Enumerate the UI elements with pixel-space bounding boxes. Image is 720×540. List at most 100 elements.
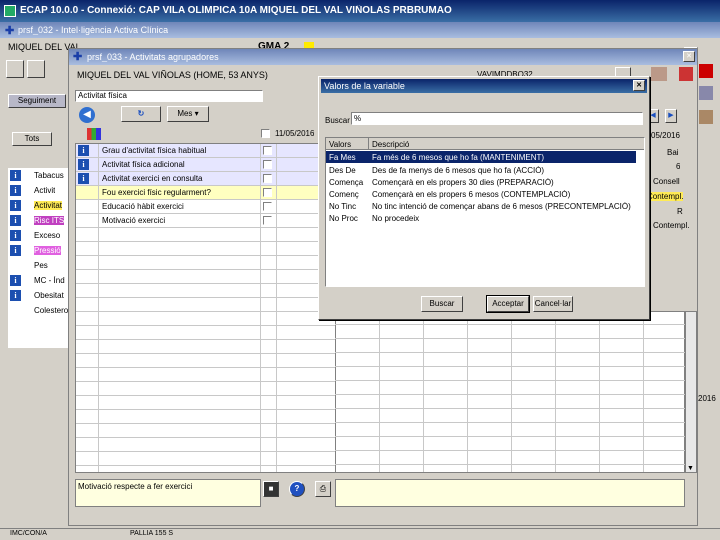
column-divider <box>260 144 261 472</box>
values-list: Valors Descripció Fa Mes Fa més de 6 mes… <box>325 137 645 287</box>
close-button[interactable]: ✕ <box>683 51 695 62</box>
column-divider <box>276 144 277 472</box>
list-item[interactable]: Activitat <box>34 201 63 210</box>
main-window-title: ECAP 10.0.0 - Connexió: CAP VILA OLÍMPIC… <box>20 5 452 16</box>
status-item-2: PALLIA 155 S <box>130 530 174 537</box>
printer-icon[interactable]: ⎙ <box>315 481 331 497</box>
list-item[interactable]: Colesterol <box>34 306 70 315</box>
value-cell: No Tinc <box>329 202 357 211</box>
info-icon[interactable]: i <box>10 200 21 211</box>
list-item[interactable]: Pressió <box>34 246 61 255</box>
row-checkbox[interactable] <box>263 146 272 155</box>
list-item[interactable]: Des De Des de fa menys de 6 mesos que ho… <box>326 164 636 176</box>
list-item[interactable]: Començ Començarà en els propers 6 mesos … <box>326 188 636 200</box>
grouper-window-title: prsf_033 - Activitats agrupadores <box>87 52 219 62</box>
back-icon[interactable]: ◀ <box>79 107 95 123</box>
info-icon[interactable]: i <box>10 170 21 181</box>
row-checkbox[interactable] <box>263 188 272 197</box>
activity-label: Educació hàbit exercici <box>102 202 184 211</box>
status-bar: IMC/CON/A PALLIA 155 S <box>0 528 720 540</box>
list-item[interactable]: Tabacus <box>34 171 64 180</box>
row-checkbox[interactable] <box>263 216 272 225</box>
right-grid-lines <box>335 311 685 473</box>
list-item[interactable]: No Proc No procedeix <box>326 212 636 224</box>
info-icon[interactable]: i <box>78 145 89 156</box>
description-cell: Començarà en els propers 30 dies (PREPAR… <box>372 178 554 187</box>
row-checkbox[interactable] <box>263 160 272 169</box>
search-button[interactable]: Buscar <box>421 296 463 312</box>
activity-label: Activitat física adicional <box>102 160 185 169</box>
info-icon[interactable]: i <box>10 230 21 241</box>
seguiment-button[interactable]: Seguiment <box>8 94 66 108</box>
row-checkbox[interactable] <box>263 174 272 183</box>
accept-button[interactable]: Acceptar <box>486 295 530 313</box>
red-icon[interactable] <box>699 64 713 78</box>
value-cell: No Proc <box>329 214 358 223</box>
footer-description: Motivació respecte a fer exercici <box>75 479 261 507</box>
toolbar-btn-1[interactable] <box>6 60 24 78</box>
toolbar-btn-2[interactable] <box>27 60 45 78</box>
patient-info: MIQUEL DEL VAL VIÑOLAS (HOME, 53 ANYS) <box>77 70 268 80</box>
right-value-4: Contempl. <box>647 192 684 201</box>
list-item[interactable]: Pes <box>34 261 48 270</box>
list-item[interactable]: Risc ITS <box>34 216 65 225</box>
list-item[interactable]: Activit <box>34 186 55 195</box>
vertical-scrollbar[interactable]: ▼ <box>685 311 697 473</box>
select-all-checkbox[interactable] <box>261 129 270 138</box>
values-dialog: Valors de la variable ✕ Buscar Valors De… <box>318 76 650 320</box>
close-icon[interactable]: ✕ <box>633 80 645 91</box>
box-icon[interactable] <box>699 110 713 124</box>
plus-icon: ✚ <box>5 25 15 37</box>
search-input[interactable] <box>351 112 643 125</box>
info-icon[interactable]: i <box>10 245 21 256</box>
app-logo-icon <box>4 5 16 17</box>
people-icon[interactable] <box>651 67 667 81</box>
dialog-title: Valors de la variable <box>324 81 405 91</box>
cancel-button[interactable]: Cancel·lar <box>533 296 573 312</box>
info-icon[interactable]: i <box>10 275 21 286</box>
activity-label: Motivació exercici <box>102 216 166 225</box>
clinical-window-title: prsf_032 - Intel·ligència Activa Clínica <box>18 25 169 35</box>
refresh-button[interactable]: ↻ <box>121 106 161 122</box>
activity-label: Activitat exercici en consulta <box>102 174 203 183</box>
value-cell: Començ <box>329 190 359 199</box>
right-value-5: R <box>677 207 683 216</box>
category-field[interactable]: Activitat física <box>75 90 263 102</box>
list-item[interactable]: No Tinc No tinc intenció de començar aba… <box>326 200 636 212</box>
person-icon[interactable] <box>699 86 713 100</box>
column-divider <box>98 144 99 472</box>
dialog-title-bar: Valors de la variable ✕ <box>321 79 647 93</box>
row-checkbox[interactable] <box>263 202 272 211</box>
list-item[interactable]: Obesitat <box>34 291 64 300</box>
info-icon[interactable]: i <box>78 159 89 170</box>
scroll-down-icon[interactable]: ▼ <box>687 465 694 472</box>
info-icon[interactable]: i <box>10 215 21 226</box>
description-cell: Fa més de 6 mesos que ho fa (MANTENIMENT… <box>372 153 545 162</box>
description-cell: No procedeix <box>372 214 420 223</box>
info-icon[interactable]: i <box>10 290 21 301</box>
value-cell: Fa Mes <box>329 153 356 162</box>
period-dropdown[interactable]: Mes ▾ <box>167 106 209 122</box>
value-column-header[interactable]: Valors <box>329 140 351 149</box>
right-date-header: 05/2016 <box>651 131 680 140</box>
list-item[interactable]: Exceso <box>34 231 60 240</box>
year-value: 2016 <box>698 394 716 403</box>
chart-icon[interactable] <box>87 128 101 140</box>
grouper-title-bar: ✚ prsf_033 - Activitats agrupadores ✕ <box>69 49 697 65</box>
info-icon[interactable]: i <box>78 173 89 184</box>
list-item[interactable]: Fa Mes Fa més de 6 mesos que ho fa (MANT… <box>326 151 636 163</box>
exit-icon[interactable] <box>679 67 693 81</box>
activity-label: Grau d'activitat física habitual <box>102 146 207 155</box>
right-value-2: 6 <box>676 162 681 171</box>
description-column-header[interactable]: Descripció <box>372 140 409 149</box>
help-icon[interactable]: ? <box>289 481 305 497</box>
info-icon[interactable]: i <box>10 185 21 196</box>
value-cell: Des De <box>329 166 356 175</box>
save-icon[interactable]: ■ <box>263 481 279 497</box>
list-item[interactable]: MC - Índ <box>34 276 65 285</box>
right-toolbar <box>696 62 718 162</box>
tots-dropdown[interactable]: Tots <box>12 132 52 146</box>
activity-label: Fou exercici físic regularment? <box>102 188 211 197</box>
list-item[interactable]: Comença Començarà en els propers 30 dies… <box>326 176 636 188</box>
next-arrow-button[interactable]: ▶ <box>665 109 677 123</box>
